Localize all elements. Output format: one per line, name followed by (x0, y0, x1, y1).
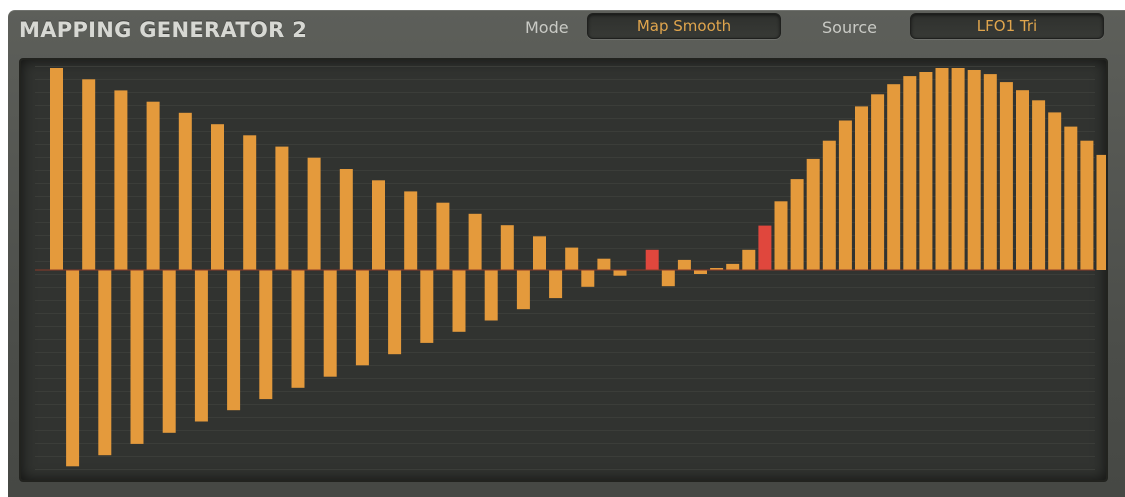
source-selector[interactable]: LFO1 Tri (910, 13, 1104, 39)
step-bar[interactable] (677, 259, 691, 270)
step-bar[interactable] (1096, 154, 1107, 270)
step-bar[interactable] (275, 146, 289, 270)
step-bar[interactable] (533, 236, 546, 270)
step-bar[interactable] (661, 270, 675, 287)
step-bar[interactable] (227, 270, 241, 411)
mode-label: Mode (525, 18, 569, 37)
step-bar[interactable] (500, 225, 514, 270)
step-bar[interactable] (162, 270, 176, 433)
step-bar[interactable] (146, 101, 160, 270)
step-bar[interactable] (82, 79, 96, 270)
step-bar[interactable] (1080, 140, 1094, 270)
step-bar[interactable] (484, 270, 498, 321)
step-bar[interactable] (114, 90, 128, 271)
step-bar[interactable] (806, 158, 820, 270)
step-bar[interactable] (581, 270, 595, 287)
step-bar[interactable] (1064, 126, 1078, 270)
step-bar[interactable] (291, 270, 305, 388)
step-bar[interactable] (838, 120, 852, 271)
step-bar[interactable] (323, 270, 337, 377)
step-bar[interactable] (355, 270, 369, 366)
step-bar[interactable] (1032, 100, 1046, 270)
step-bar[interactable] (613, 270, 627, 276)
step-bar[interactable] (983, 74, 997, 270)
step-bar[interactable] (822, 140, 836, 270)
step-bar[interactable] (50, 68, 63, 270)
step-bar[interactable] (967, 70, 981, 270)
step-bars-graph[interactable] (21, 60, 1106, 480)
step-bar[interactable] (742, 249, 756, 270)
step-bar[interactable] (339, 169, 353, 270)
step-bar[interactable] (66, 270, 80, 467)
step-bar[interactable] (243, 135, 257, 270)
step-bar[interactable] (1016, 90, 1029, 270)
step-bar[interactable] (452, 270, 466, 332)
step-bar[interactable] (790, 179, 804, 270)
step-bar[interactable] (919, 72, 933, 270)
step-bar[interactable] (98, 270, 112, 456)
step-bar[interactable] (468, 213, 482, 270)
step-bar[interactable] (1048, 112, 1062, 271)
step-bar[interactable] (871, 94, 885, 270)
step-bar[interactable] (211, 124, 224, 270)
step-bar[interactable] (935, 68, 949, 270)
source-label: Source (822, 18, 877, 37)
panel-title: MAPPING GENERATOR 2 (19, 18, 308, 42)
step-bar[interactable] (855, 106, 868, 271)
step-bar[interactable] (436, 202, 450, 270)
step-bar[interactable] (549, 270, 563, 299)
step-bar[interactable] (372, 180, 385, 270)
step-bar[interactable] (388, 270, 402, 355)
step-bar[interactable] (178, 112, 192, 270)
step-bar[interactable] (726, 263, 740, 270)
step-bar[interactable] (420, 270, 434, 343)
mode-selector[interactable]: Map Smooth (587, 13, 781, 39)
step-bar[interactable] (259, 270, 273, 400)
step-bar[interactable] (404, 191, 418, 270)
step-bar[interactable] (694, 270, 707, 274)
step-bar-active[interactable] (645, 249, 659, 270)
step-bar[interactable] (903, 76, 917, 270)
step-bars (50, 68, 1107, 467)
step-bar[interactable] (774, 201, 788, 270)
step-bar[interactable] (307, 157, 321, 270)
step-bar[interactable] (130, 270, 144, 444)
step-bar[interactable] (951, 68, 965, 270)
step-bar[interactable] (887, 84, 901, 270)
step-bar[interactable] (565, 247, 579, 270)
step-bar[interactable] (516, 270, 530, 310)
step-bar[interactable] (597, 258, 611, 270)
step-bar-active[interactable] (758, 225, 772, 270)
step-bar[interactable] (194, 270, 208, 422)
step-display[interactable] (19, 58, 1108, 482)
step-bar[interactable] (999, 82, 1013, 270)
